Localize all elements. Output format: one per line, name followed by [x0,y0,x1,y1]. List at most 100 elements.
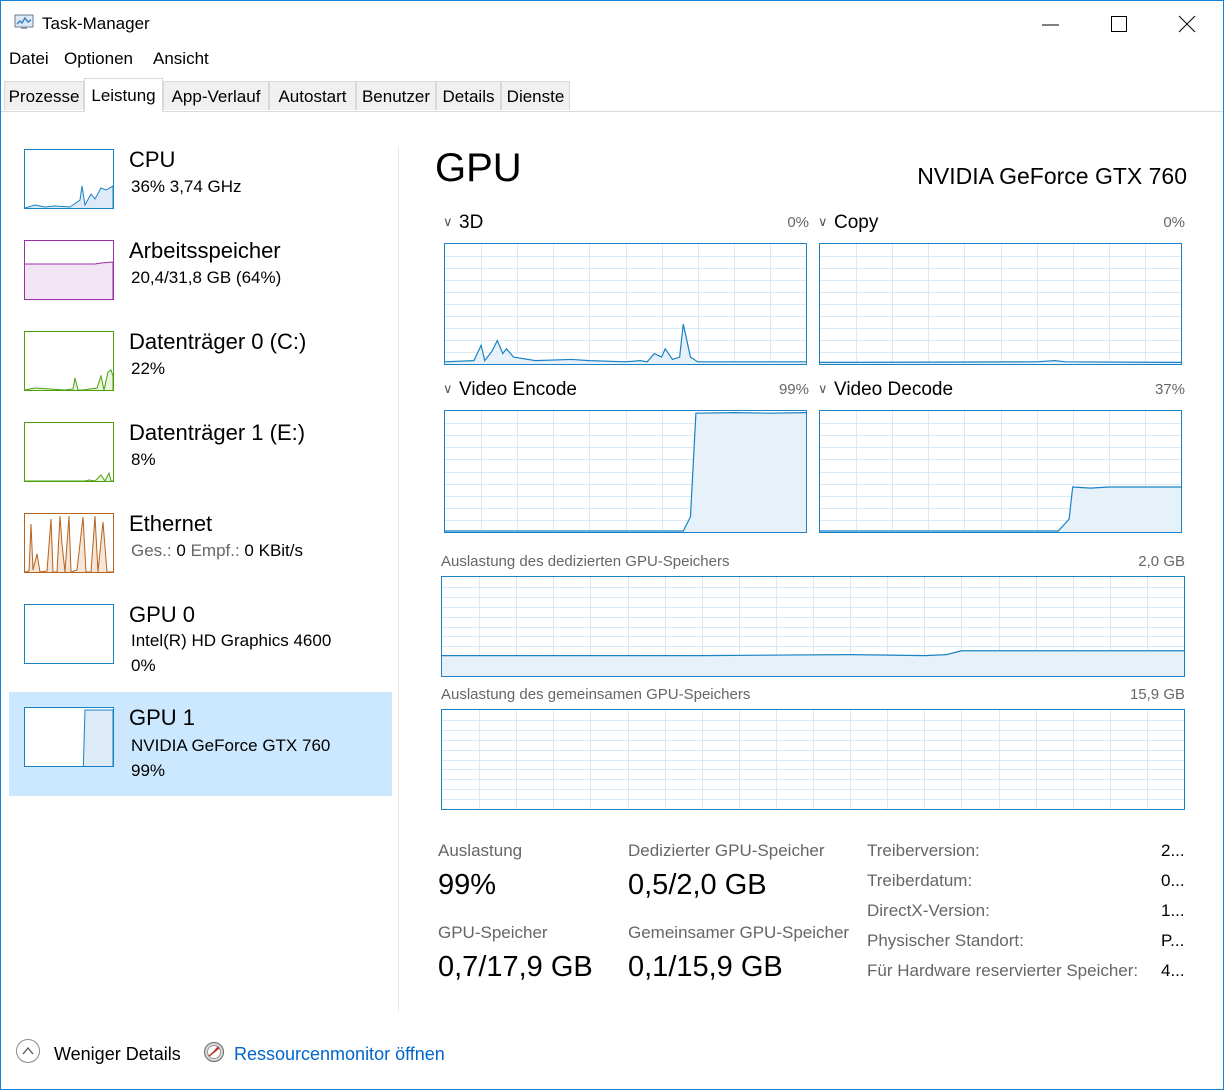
engine-percent: 99% [778,381,809,398]
engine-percent: 0% [1163,214,1185,231]
utilization-value: 99% [438,869,497,901]
ethernet-sent-label: Ges.: [131,541,172,560]
menu-datei[interactable]: Datei [9,49,49,69]
close-icon [1178,15,1196,33]
tab-benutzer[interactable]: Benutzer [356,81,436,110]
sidebar-item-detail: 20,4/31,8 GB (64%) [131,268,282,287]
sidebar-item-label: Datenträger 0 (C:) [129,329,307,354]
sidebar-item-disk-1[interactable]: Datenträger 1 (E:) 8% [9,407,392,511]
directx-version-label: DirectX-Version: [867,901,990,920]
sidebar-item-detail: NVIDIA GeForce GTX 760 [131,736,331,755]
tab-prozesse[interactable]: Prozesse [4,81,84,110]
sidebar-item-ethernet[interactable]: Ethernet Ges.: 0 Empf.: 0 KBit/s [9,498,392,602]
sidebar-item-label: Ethernet [129,511,213,536]
graph-canvas [442,577,1184,676]
sidebar-item-memory[interactable]: Arbeitsspeicher 20,4/31,8 GB (64%) [9,225,392,329]
engine-selector-video-decode[interactable]: ∨ Video Decode [818,379,953,401]
dedicated-memory-label: Auslastung des dedizierten GPU-Speichers [441,553,730,570]
sidebar-item-gpu-0[interactable]: GPU 0 Intel(R) HD Graphics 4600 0% [9,589,392,693]
engine-percent: 37% [1154,381,1185,398]
tab-app-verlauf[interactable]: App-Verlauf [163,81,269,110]
sidebar-item-label: Datenträger 1 (E:) [129,420,306,445]
disk1-thumbnail-graph [24,422,114,482]
fewer-details-link[interactable]: Weniger Details [54,1044,181,1065]
graph-canvas [820,244,1181,364]
shared-gpu-memory-label: Gemeinsamer GPU-Speicher [628,923,850,942]
close-button[interactable] [1153,1,1221,47]
chevron-up-icon [22,1046,34,1055]
driver-version-label: Treiberversion: [867,841,980,860]
engine-graph-video-decode [819,410,1182,533]
driver-date-value: 0... [1161,871,1185,890]
chevron-down-icon: ∨ [443,214,453,229]
shared-memory-graph [441,709,1185,810]
maximize-button[interactable] [1085,1,1153,47]
gpu0-thumbnail-graph [24,604,114,664]
resource-monitor-link[interactable]: Ressourcenmonitor öffnen [234,1044,445,1065]
sidebar-item-disk-0[interactable]: Datenträger 0 (C:) 22% [9,316,392,420]
engine-selector-3d[interactable]: ∨ 3D [443,212,483,234]
resource-list: CPU 36% 3,74 GHz Arbeitsspeicher 20,4/31… [1,112,398,1012]
sidebar-item-gpu-1[interactable]: GPU 1 NVIDIA GeForce GTX 760 99% [9,692,392,796]
tab-autostart[interactable]: Autostart [269,81,356,110]
chevron-down-icon: ∨ [818,214,828,229]
panel-divider [398,147,399,1012]
engine-label: 3D [459,212,484,233]
sidebar-item-label: GPU 1 [129,705,196,730]
window-title: Task-Manager [42,14,150,33]
gpu1-thumbnail-line [82,709,113,766]
disk1-thumbnail-line [25,471,113,481]
menu-ansicht[interactable]: Ansicht [153,49,209,69]
physical-location-value: P... [1161,931,1185,950]
shared-gpu-memory-value: 0,1/15,9 GB [628,951,783,983]
tab-leistung[interactable]: Leistung [84,78,163,112]
tab-details[interactable]: Details [436,81,501,110]
memory-thumbnail-line [25,261,113,299]
graph-trace [820,360,1181,364]
driver-version-value: 2... [1161,841,1185,860]
engine-selector-video-encode[interactable]: ∨ Video Encode [443,379,577,401]
task-manager-app-icon [14,14,34,29]
ethernet-received-value: 0 KBit/s [244,541,304,560]
graph-canvas [445,244,806,364]
engine-graph-video-encode [444,410,807,533]
fewer-details-button[interactable] [16,1039,40,1063]
gpu1-thumbnail-graph [24,707,114,767]
driver-date-label: Treiberdatum: [867,871,973,890]
engine-selector-copy[interactable]: ∨ Copy [818,212,878,234]
resource-monitor-icon [204,1042,224,1062]
dedicated-memory-max: 2,0 GB [1138,553,1185,570]
sidebar-item-label: CPU [129,147,176,172]
sidebar-item-percent: 99% [131,761,166,780]
cpu-thumbnail-line [25,185,113,208]
engine-graph-3d [444,243,807,365]
minimize-icon [1042,24,1059,26]
cpu-thumbnail-graph [24,149,114,209]
gpu-model-name: NVIDIA GeForce GTX 760 [917,163,1187,189]
chevron-down-icon: ∨ [443,381,453,396]
dedicated-gpu-memory-value: 0,5/2,0 GB [628,869,767,901]
sidebar-item-cpu[interactable]: CPU 36% 3,74 GHz [9,134,392,238]
engine-label: Video Encode [459,379,577,400]
tab-bar: Prozesse Leistung App-Verlauf Autostart … [1,78,1223,112]
tab-dienste[interactable]: Dienste [501,81,570,110]
ethernet-sent-value: 0 [176,541,186,560]
reserved-memory-label: Für Hardware reservierter Speicher: [867,961,1139,980]
minimize-button[interactable] [1017,1,1085,47]
ethernet-throughput: Ges.: 0 Empf.: 0 KBit/s [131,541,303,561]
shared-memory-max: 15,9 GB [1129,686,1185,703]
graph-canvas [445,411,806,532]
ethernet-thumbnail-graph [24,513,114,573]
engine-label: Video Decode [834,379,954,400]
ethernet-thumbnail-line [25,515,113,572]
reserved-memory-value: 4... [1161,961,1185,980]
directx-version-value: 1... [1161,901,1185,920]
dedicated-memory-graph [441,576,1185,677]
sidebar-item-percent: 0% [131,656,156,675]
menu-optionen[interactable]: Optionen [64,49,133,69]
page-title: GPU [435,146,522,190]
graph-area [820,486,1181,532]
utilization-label: Auslastung [438,841,523,860]
engine-label: Copy [834,212,879,233]
task-manager-window: Task-Manager Datei Optionen Ansicht Proz… [0,0,1224,1090]
